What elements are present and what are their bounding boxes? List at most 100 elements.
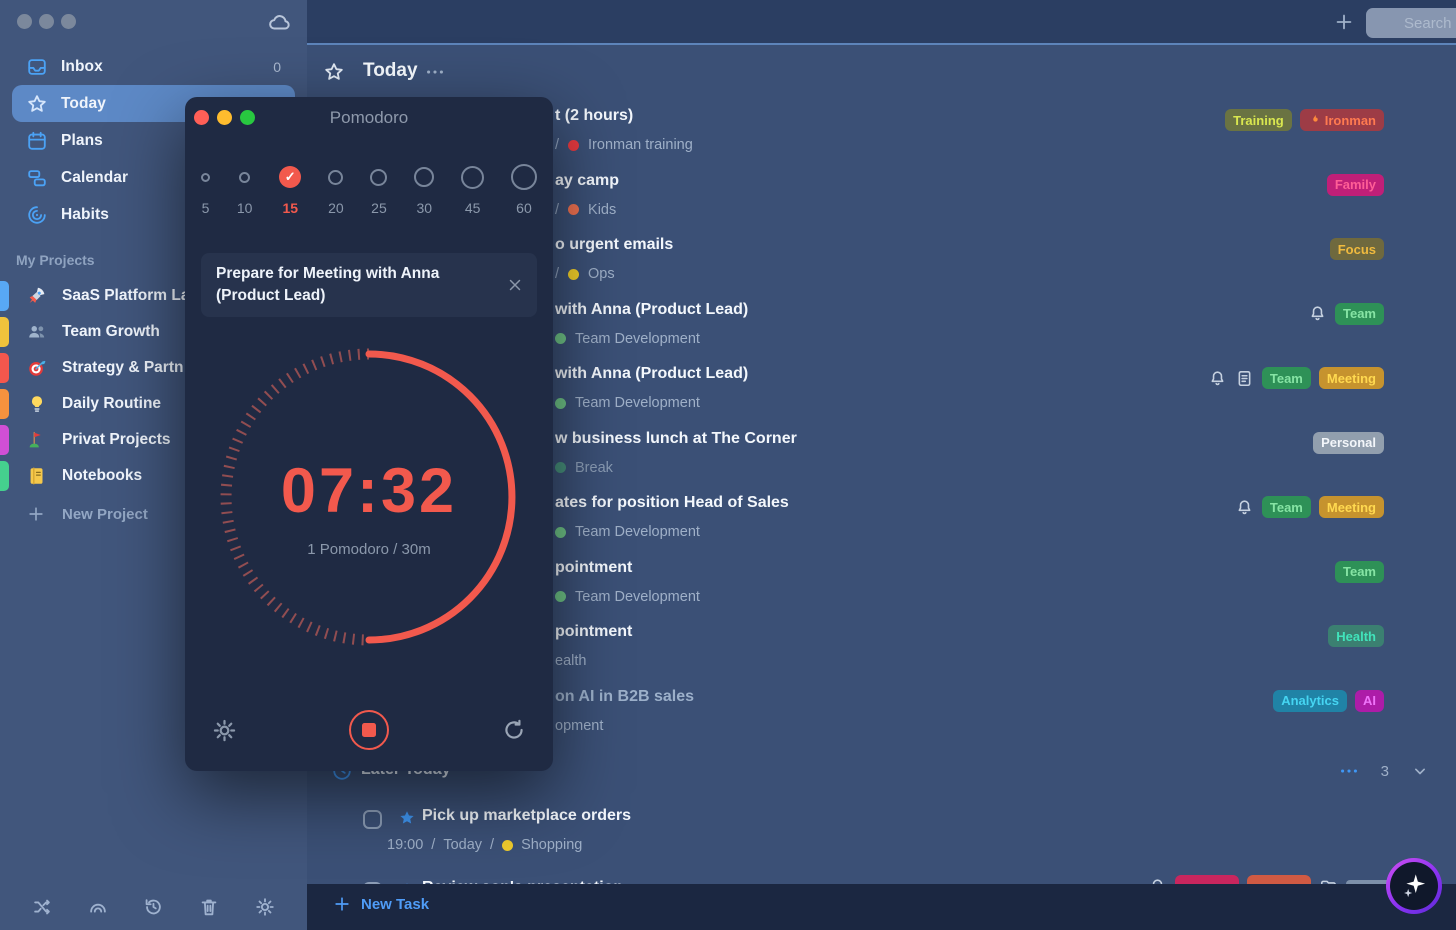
flag-icon [26, 429, 48, 451]
page-title: Today [363, 60, 418, 82]
ai-assistant-button[interactable] [1386, 858, 1442, 914]
label-badge-ironman[interactable]: Ironman [1300, 109, 1384, 131]
window-minimize-icon[interactable] [39, 14, 54, 29]
chevron-down-icon[interactable] [1410, 761, 1430, 781]
task-badges: Team Meeting [1208, 367, 1384, 389]
search-input[interactable] [1366, 8, 1456, 38]
badge-label: Team [1343, 564, 1376, 579]
star-icon [26, 93, 48, 115]
label-badge-health[interactable]: Health [1328, 625, 1384, 647]
label-badge-team[interactable]: Team [1335, 303, 1384, 325]
label-badge-meeting[interactable]: Meeting [1319, 496, 1384, 518]
badge-label: Team [1270, 371, 1303, 386]
sidebar-item-label: Inbox [61, 58, 103, 76]
new-project-button[interactable]: New Project [0, 498, 148, 530]
task-meta: ealth [555, 653, 586, 669]
projects-section-title: My Projects [16, 252, 95, 268]
star-icon[interactable] [398, 809, 416, 827]
duration-circle-icon [461, 166, 484, 189]
category-dot [502, 840, 513, 851]
duration-option-20[interactable]: 20 [328, 157, 344, 216]
duration-option-30[interactable]: 30 [414, 157, 434, 216]
label-badge-focus[interactable]: Focus [1330, 238, 1384, 260]
arc-icon[interactable] [87, 896, 109, 918]
target-icon [26, 357, 48, 379]
label-badge-family[interactable]: Family [1327, 174, 1384, 196]
stop-button[interactable] [349, 710, 389, 750]
task-meta: Team Development [555, 589, 700, 605]
task-title: pointment [555, 559, 632, 577]
sidebar-item-label: Habits [61, 206, 109, 224]
topbar: 07:32 [307, 0, 1456, 45]
label-badge-team[interactable]: Team [1262, 367, 1311, 389]
label-badge-personal[interactable]: Personal [1313, 432, 1384, 454]
duration-circle-icon [201, 173, 210, 182]
task-badges: Team [1308, 303, 1384, 325]
close-icon[interactable] [506, 276, 524, 294]
habits-icon [26, 204, 48, 226]
history-icon[interactable] [142, 896, 164, 918]
task-meta: /Ops [555, 266, 615, 282]
duration-option-60[interactable]: 60 [511, 157, 537, 216]
label-badge-team[interactable]: Team [1262, 496, 1311, 518]
duration-option-25[interactable]: 25 [370, 157, 387, 216]
duration-option-15[interactable]: ✓15 [279, 157, 301, 216]
page-menu-icon[interactable] [424, 61, 446, 83]
shuffle-icon[interactable] [31, 896, 53, 918]
meta-time: 19:00 [387, 837, 423, 853]
duration-option-5[interactable]: 5 [201, 157, 210, 216]
task-title: with Anna (Product Lead) [555, 365, 748, 383]
task-badges: Analytics AI [1273, 690, 1384, 712]
bottom-bar: New Task [307, 884, 1456, 930]
category-label: opment [555, 718, 603, 734]
badge-label: Meeting [1327, 371, 1376, 386]
label-badge-ai[interactable]: AI [1355, 690, 1384, 712]
badge-label: Team [1270, 500, 1303, 515]
project-color-strip [0, 281, 9, 311]
gear-icon[interactable] [254, 896, 276, 918]
label-badge-team[interactable]: Team [1335, 561, 1384, 583]
new-task-button[interactable]: New Task [332, 894, 429, 914]
calendar-icon [26, 167, 48, 189]
label-badge-training[interactable]: Training [1225, 109, 1292, 131]
section-menu-icon[interactable] [1338, 760, 1360, 782]
add-icon[interactable] [1333, 11, 1355, 33]
badge-label: Team [1343, 306, 1376, 321]
badge-label: Personal [1321, 435, 1376, 450]
window-close-icon[interactable] [17, 14, 32, 29]
sidebar-item-label: Plans [61, 132, 103, 150]
window-zoom-icon[interactable] [61, 14, 76, 29]
pomodoro-popup: Pomodoro 510✓152025304560 Prepare for Me… [185, 97, 553, 771]
label-badge-meeting[interactable]: Meeting [1319, 367, 1384, 389]
task-title: Pick up marketplace orders [422, 807, 631, 825]
favorite-star-icon[interactable] [323, 61, 345, 83]
cloud-sync-icon [267, 10, 291, 34]
sidebar-item-inbox[interactable]: Inbox0 [12, 48, 295, 85]
settings-gear-icon[interactable] [211, 717, 238, 744]
label-badge-analytics[interactable]: Analytics [1273, 690, 1347, 712]
task-badges: Team [1335, 561, 1384, 583]
window-controls[interactable] [17, 14, 76, 29]
category-label: Break [575, 460, 613, 476]
meta-day: Today [443, 837, 482, 853]
trash-icon[interactable] [198, 896, 220, 918]
duration-label: 20 [328, 200, 344, 216]
notebook-icon [26, 465, 48, 487]
task-title: with Anna (Product Lead) [555, 301, 748, 319]
new-task-label: New Task [361, 896, 429, 913]
duration-label: 5 [202, 200, 210, 216]
duration-option-45[interactable]: 45 [461, 157, 484, 216]
task-checkbox[interactable] [363, 810, 382, 829]
category-dot [568, 269, 579, 280]
reset-icon[interactable] [501, 717, 527, 743]
task-badges: Team Meeting [1235, 496, 1384, 518]
meta-separator: / [431, 837, 435, 853]
project-label: SaaS Platform La [62, 287, 190, 305]
badge-label: Health [1336, 629, 1376, 644]
badge-label: Family [1335, 177, 1376, 192]
list-item[interactable]: Pick up marketplace orders19:00/Today/Sh… [307, 797, 1456, 863]
duration-option-10[interactable]: 10 [237, 157, 253, 216]
project-color-strip [0, 461, 9, 491]
task-title: t (2 hours) [555, 107, 633, 125]
task-meta: /Kids [555, 202, 616, 218]
